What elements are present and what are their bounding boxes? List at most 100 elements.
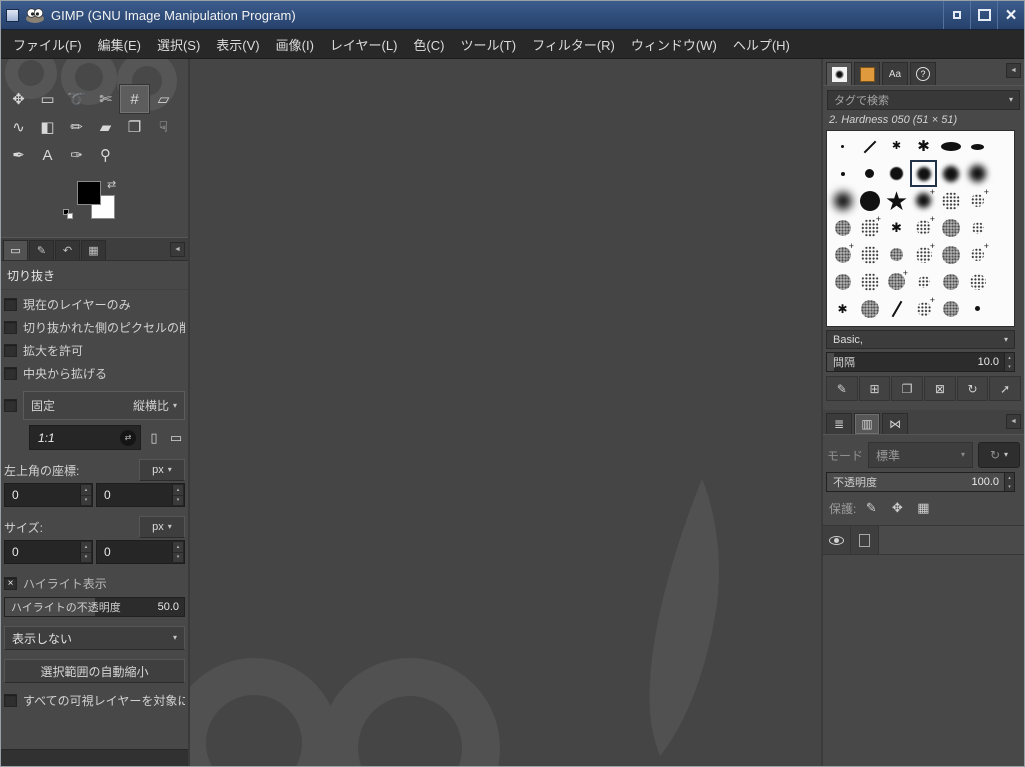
menu-item-file[interactable]: ファイル(F) <box>5 29 90 60</box>
brush-item[interactable]: ★ <box>883 187 910 214</box>
brush-item[interactable] <box>937 268 964 295</box>
brush-item[interactable]: + <box>856 214 883 241</box>
foreground-color-swatch[interactable] <box>77 181 101 205</box>
brush-item[interactable] <box>937 241 964 268</box>
layer-row[interactable] <box>879 526 1024 554</box>
checkbox-highlight[interactable]: × <box>4 577 17 590</box>
brush-item[interactable]: + <box>964 187 991 214</box>
brush-item[interactable]: + <box>910 187 937 214</box>
brush-item[interactable]: ✱ <box>883 214 910 241</box>
spinner-arrows[interactable]: ▴ ▾ <box>172 485 183 505</box>
brush-item[interactable] <box>883 241 910 268</box>
highlight-opacity-slider[interactable]: ハイライトの不透明度 50.0 <box>4 597 185 617</box>
spinner-arrows[interactable]: ▴ ▾ <box>1004 353 1014 371</box>
menu-item-windows[interactable]: ウィンドウ(W) <box>623 29 725 60</box>
tab-paths[interactable]: ⋈ <box>882 413 908 434</box>
open-brush-as-image-button[interactable]: ➚ <box>989 376 1022 401</box>
close-button[interactable]: × <box>997 1 1024 29</box>
brush-spacing-slider[interactable]: 間隔 10.0 ▴ ▾ <box>826 352 1015 372</box>
brush-item[interactable] <box>910 268 937 295</box>
minimize-button[interactable] <box>943 1 970 29</box>
spinner-arrows[interactable]: ▴ ▾ <box>1004 473 1014 491</box>
checkbox-allow-growing[interactable] <box>4 344 17 357</box>
tool-rectangle-select[interactable]: ▭ <box>33 85 62 113</box>
tool-unified-transform[interactable]: ▱ <box>149 85 178 113</box>
brush-item[interactable] <box>883 295 910 322</box>
option-expand-from-center[interactable]: 中央から拡げる <box>4 362 185 385</box>
menu-item-layer[interactable]: レイヤー(L) <box>322 29 406 60</box>
edit-brush-button[interactable]: ✎ <box>826 376 858 401</box>
tab-images[interactable]: ▦ <box>81 240 106 260</box>
brush-item[interactable] <box>937 322 964 326</box>
tool-text[interactable]: A <box>33 141 62 169</box>
dock-menu-button[interactable]: ◄ <box>1006 414 1021 429</box>
layer-visibility-toggle[interactable] <box>823 526 851 554</box>
brush-item[interactable] <box>937 187 964 214</box>
lock-alpha-button[interactable]: ▦ <box>912 497 934 519</box>
brush-item[interactable]: ✱ <box>883 133 910 160</box>
menu-item-edit[interactable]: 編集(E) <box>90 29 149 60</box>
brush-item[interactable] <box>883 160 910 187</box>
brush-item[interactable] <box>856 133 883 160</box>
checkbox-expand-from-center[interactable] <box>4 367 17 380</box>
size-unit-dropdown[interactable]: px ▾ <box>139 516 185 538</box>
tool-zoom[interactable]: ⚲ <box>91 141 120 169</box>
brush-item[interactable] <box>856 268 883 295</box>
menu-item-image[interactable]: 画像(I) <box>268 29 322 60</box>
option-highlight[interactable]: × ハイライト表示 <box>4 572 185 595</box>
menu-item-select[interactable]: 選択(S) <box>149 29 208 60</box>
tab-patterns[interactable] <box>854 62 880 85</box>
dock-menu-button[interactable]: ◄ <box>1006 63 1021 78</box>
spinner-arrows[interactable]: ▴ ▾ <box>80 542 91 562</box>
spinner-arrows[interactable]: ▴ ▾ <box>172 542 183 562</box>
brush-item[interactable] <box>964 133 991 160</box>
brush-item[interactable]: + <box>883 268 910 295</box>
option-current-layer-only[interactable]: 現在のレイヤーのみ <box>4 293 185 316</box>
aspect-ratio-input[interactable]: 1:1 ⇄ <box>29 425 141 450</box>
brush-item[interactable]: ✱ <box>910 133 937 160</box>
portrait-orientation-button[interactable]: ▯ <box>145 427 163 448</box>
tool-paths[interactable]: ✒ <box>4 141 33 169</box>
layer-opacity-slider[interactable]: 不透明度 100.0 ▴ ▾ <box>826 472 1015 492</box>
option-delete-cropped-pixels[interactable]: 切り抜かれた側のピクセルの削除 <box>4 316 185 339</box>
tab-undo-history[interactable]: ↶ <box>55 240 80 260</box>
brush-item[interactable] <box>856 241 883 268</box>
duplicate-brush-button[interactable]: ❐ <box>891 376 924 401</box>
brush-item[interactable]: + <box>910 241 937 268</box>
brush-item[interactable] <box>829 133 856 160</box>
checkbox-shrink-merged[interactable] <box>4 694 17 707</box>
menu-item-view[interactable]: 表示(V) <box>208 29 267 60</box>
brush-item[interactable]: + <box>829 241 856 268</box>
brush-item[interactable] <box>964 160 991 187</box>
brush-item[interactable] <box>856 187 883 214</box>
fixed-aspect-dropdown[interactable]: 固定 縦横比 ▾ <box>23 391 185 420</box>
brush-item[interactable] <box>829 322 856 326</box>
checkbox-delete-cropped-pixels[interactable] <box>4 321 17 334</box>
tab-document-history[interactable]: ? <box>910 62 936 85</box>
menu-item-tools[interactable]: ツール(T) <box>452 29 524 60</box>
option-shrink-merged[interactable]: すべての可視レイヤーを対象にす <box>4 689 185 712</box>
tool-clone[interactable]: ❐ <box>120 113 149 141</box>
tool-eraser[interactable]: ▰ <box>91 113 120 141</box>
spinner-arrows[interactable]: ▴ ▾ <box>80 485 91 505</box>
lock-pixels-button[interactable]: ✎ <box>860 497 882 519</box>
position-x-input[interactable]: 0 ▴ ▾ <box>4 483 93 507</box>
tool-move[interactable]: ✥ <box>4 85 33 113</box>
brush-item[interactable] <box>856 295 883 322</box>
tab-channels[interactable]: ▥ <box>854 413 880 434</box>
position-y-input[interactable]: 0 ▴ ▾ <box>96 483 185 507</box>
size-width-input[interactable]: 0 ▴ ▾ <box>4 540 93 564</box>
tool-bucket-fill[interactable]: ◧ <box>33 113 62 141</box>
checkbox-current-layer-only[interactable] <box>4 298 17 311</box>
tab-fonts[interactable]: Aa <box>882 62 908 85</box>
brush-item[interactable] <box>883 322 910 326</box>
brush-item[interactable]: + <box>964 241 991 268</box>
brush-item[interactable]: + <box>910 214 937 241</box>
size-height-input[interactable]: 0 ▴ ▾ <box>96 540 185 564</box>
brush-item[interactable] <box>856 322 883 326</box>
layer-link-cell[interactable] <box>851 526 879 554</box>
tool-smudge[interactable]: ☟ <box>149 113 178 141</box>
brush-item[interactable] <box>964 295 991 322</box>
brush-item[interactable] <box>937 160 964 187</box>
brush-item[interactable] <box>964 214 991 241</box>
